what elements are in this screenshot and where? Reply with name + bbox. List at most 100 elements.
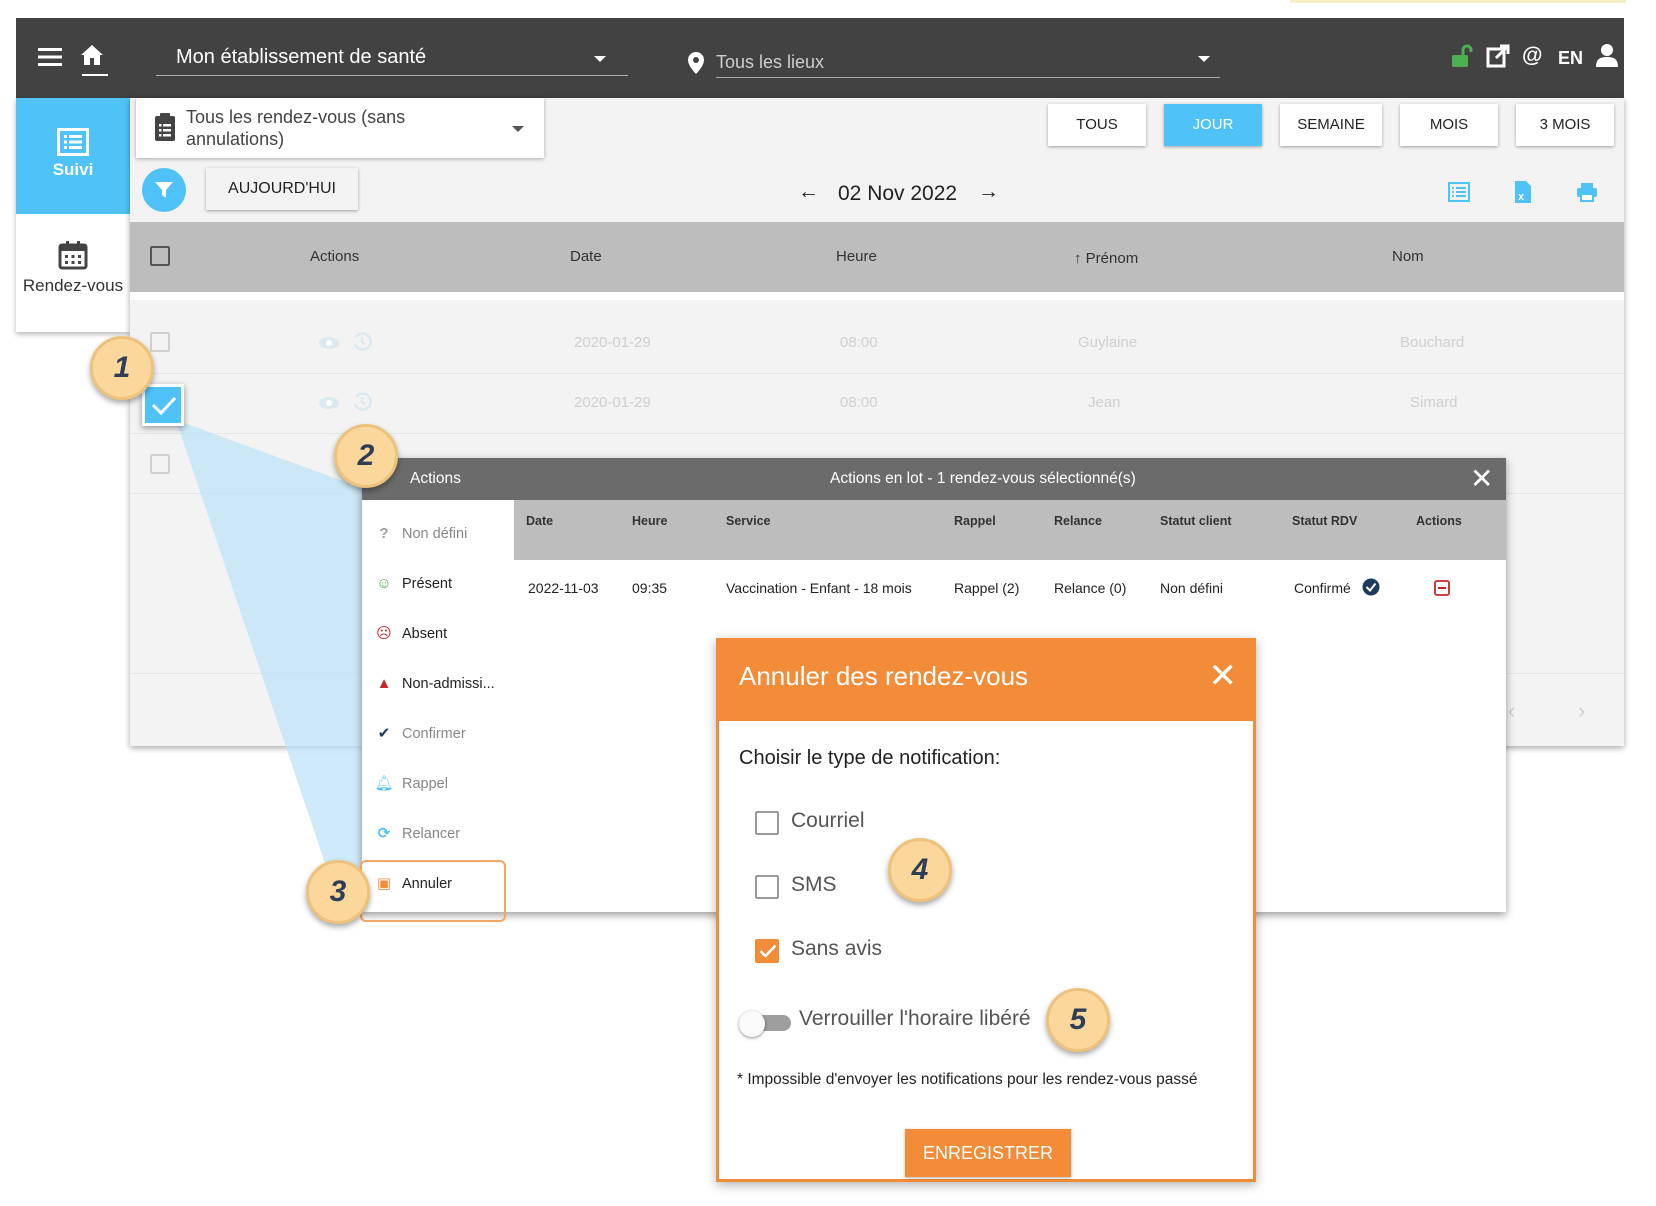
location-select[interactable]: Tous les lieux (716, 52, 1220, 78)
selected-row-checkbox[interactable] (142, 384, 184, 426)
bulk-column-service: Service (726, 514, 771, 528)
appointment-filter-label: Tous les rendez-vous (sans annulations) (186, 107, 406, 149)
remove-row-icon[interactable] (1434, 580, 1450, 596)
table-row[interactable]: 2020-01-29 08:00 Guylaine Bouchard (130, 314, 1624, 374)
checkmark-icon (151, 396, 177, 415)
list-view-icon[interactable] (1448, 182, 1470, 202)
modal-subtitle: Choisir le type de notification: (739, 747, 1001, 769)
warning-icon: ▲ (376, 675, 392, 692)
bulk-actions-side-title: Actions (410, 470, 461, 487)
bulk-action-label: Non défini (402, 526, 468, 542)
bulk-action-label: Rappel (402, 776, 448, 792)
refresh-icon: ⟳ (377, 825, 391, 842)
location-caret-icon[interactable] (1198, 56, 1210, 62)
appointment-filter-select[interactable]: Tous les rendez-vous (sans annulations) (136, 98, 544, 158)
bulk-row-date: 2022-11-03 (528, 580, 599, 596)
bulk-column-relance: Relance (1054, 514, 1102, 528)
step-badge-4: 4 (888, 838, 952, 902)
bulk-close-icon[interactable]: ✕ (1470, 462, 1493, 495)
checkbox-sms[interactable] (755, 875, 779, 899)
bulk-column-actions: Actions (1416, 514, 1462, 528)
check-circle-icon: ✔ (377, 725, 391, 742)
today-button[interactable]: AUJOURD'HUI (206, 168, 358, 210)
bulk-row-statut-rdv: Confirmé (1294, 580, 1351, 596)
top-accent-line (1290, 0, 1626, 3)
bulk-action-relancer[interactable]: ⟳ Relancer (374, 814, 504, 854)
bulk-action-non-defini[interactable]: ? Non défini (374, 514, 504, 554)
bulk-action-present[interactable]: ☺ Présent (374, 564, 504, 604)
save-button[interactable]: ENREGISTRER (905, 1129, 1071, 1177)
row-date: 2020-01-29 (574, 334, 651, 351)
calendar-icon (58, 241, 88, 270)
bulk-action-absent[interactable]: ☹ Absent (374, 614, 504, 654)
sort-asc-icon: ↑ (1074, 250, 1082, 267)
option-label: Sans avis (791, 937, 883, 960)
option-label: SMS (791, 873, 837, 896)
modal-close-icon[interactable]: ✕ (1209, 659, 1238, 693)
next-date-icon[interactable]: → (978, 180, 999, 204)
at-icon[interactable]: @ (1522, 44, 1542, 68)
establishment-caret-icon[interactable] (594, 56, 606, 62)
range-button-3-mois[interactable]: 3 MOIS (1516, 104, 1614, 146)
language-toggle[interactable]: EN (1558, 48, 1583, 69)
side-nav: Suivi Rendez-vous (16, 98, 130, 332)
list-icon (57, 128, 89, 156)
bulk-table-header: Date Heure Service Rappel Relance Statut… (514, 500, 1506, 560)
column-header-nom[interactable]: Nom (1392, 248, 1424, 265)
print-icon[interactable] (1576, 182, 1598, 202)
bulk-action-label: Relancer (402, 826, 461, 842)
column-header-actions: Actions (310, 248, 360, 265)
range-button-mois[interactable]: MOIS (1400, 104, 1498, 146)
nav-item-suivi[interactable]: Suivi (16, 98, 130, 214)
bulk-column-statut-rdv: Statut RDV (1292, 514, 1358, 528)
row-prenom: Guylaine (1078, 334, 1138, 351)
cancel-appointments-modal: Annuler des rendez-vous ✕ Choisir le typ… (716, 638, 1256, 1182)
external-link-icon[interactable] (1486, 44, 1510, 68)
filter-button[interactable] (142, 168, 186, 212)
column-header-prenom[interactable]: ↑ Prénom (1074, 250, 1138, 267)
nav-item-rendez-vous[interactable]: Rendez-vous (16, 214, 130, 332)
bulk-action-label: Non-admissi... (402, 676, 495, 692)
row-date: 2020-01-29 (574, 394, 651, 411)
history-icon[interactable] (352, 332, 372, 352)
smile-icon: ☺ (376, 575, 392, 592)
range-button-semaine[interactable]: SEMAINE (1280, 104, 1382, 146)
range-button-tous[interactable]: TOUS (1048, 104, 1146, 146)
bulk-row-rappel: Rappel (2) (954, 580, 1020, 596)
unlock-icon[interactable] (1450, 44, 1474, 68)
checkmark-icon (759, 944, 777, 958)
range-button-jour[interactable]: JOUR (1164, 104, 1262, 146)
svg-text:x: x (1518, 191, 1525, 203)
home-underline (82, 74, 108, 76)
checkbox-courriel[interactable] (755, 811, 779, 835)
select-all-checkbox[interactable] (150, 246, 170, 266)
bulk-action-rappel[interactable]: 🔔︎ Rappel (374, 764, 504, 804)
bulk-action-label: Confirmer (402, 726, 466, 742)
modal-note: * Impossible d'envoyer les notifications… (737, 1071, 1198, 1088)
view-eye-icon[interactable] (318, 396, 340, 410)
column-header-date[interactable]: Date (570, 248, 602, 265)
location-pin-icon (688, 52, 704, 74)
column-header-heure[interactable]: Heure (836, 248, 877, 265)
bulk-action-confirmer[interactable]: ✔ Confirmer (374, 714, 504, 754)
row-checkbox[interactable] (150, 332, 170, 352)
prev-date-icon[interactable]: ← (798, 180, 819, 204)
user-icon[interactable] (1596, 43, 1618, 67)
next-page-icon[interactable]: › (1578, 698, 1585, 724)
row-checkbox[interactable] (150, 454, 170, 474)
prev-page-icon[interactable]: ‹ (1508, 698, 1515, 724)
bulk-action-non-admissible[interactable]: ▲ Non-admissi... (374, 664, 504, 704)
lock-slot-toggle[interactable] (739, 1011, 791, 1037)
bell-icon: 🔔︎ (374, 775, 394, 792)
establishment-select[interactable]: Mon établissement de santé (156, 44, 628, 76)
history-icon[interactable] (352, 392, 372, 412)
excel-export-icon[interactable]: x (1514, 180, 1532, 204)
filter-icon (155, 182, 173, 198)
toggle-knob[interactable] (739, 1011, 765, 1037)
home-icon[interactable] (80, 44, 104, 66)
frown-icon: ☹ (376, 625, 392, 642)
menu-icon[interactable] (38, 48, 62, 66)
bulk-row-statut-client: Non défini (1160, 580, 1224, 596)
checkbox-sans-avis[interactable] (755, 939, 779, 963)
view-eye-icon[interactable] (318, 336, 340, 350)
